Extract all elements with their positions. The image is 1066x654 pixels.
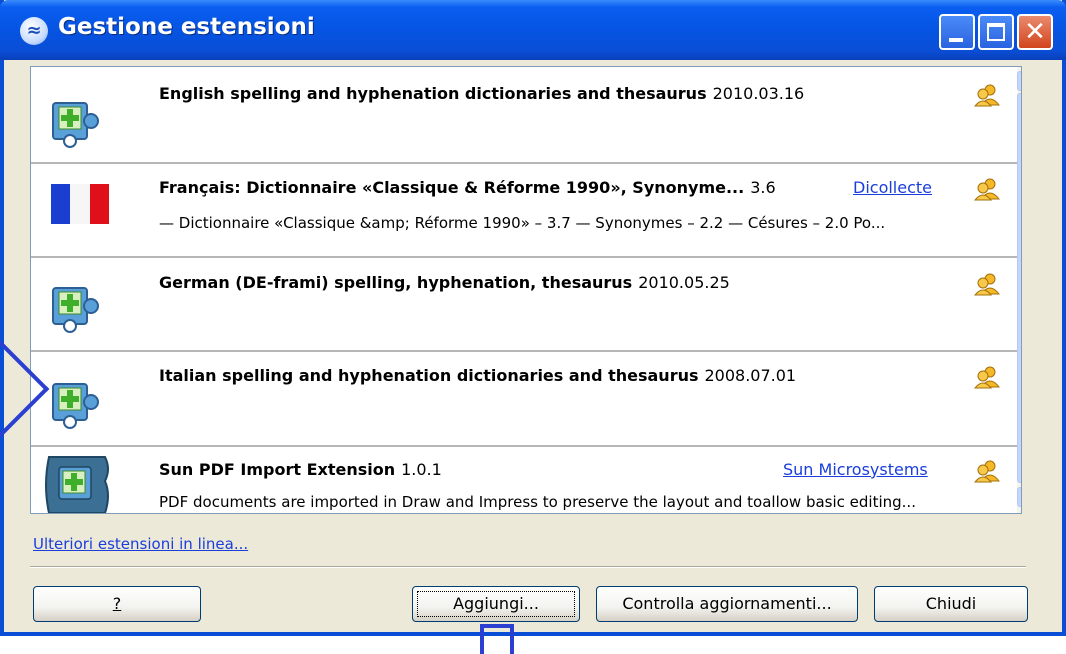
extension-item[interactable]: Italian spelling and hyphenation diction…: [31, 352, 1017, 447]
maximize-icon: [987, 23, 1005, 41]
french-flag-icon: [51, 184, 109, 224]
shared-users-icon: [974, 178, 1000, 201]
pdf-puzzle-icon: [45, 456, 109, 513]
extension-name: Italian spelling and hyphenation diction…: [159, 366, 699, 385]
shared-users-icon: [974, 84, 1000, 107]
help-label: ?: [112, 594, 122, 613]
check-updates-button[interactable]: Controlla aggiornamenti...: [596, 586, 858, 622]
minimize-icon: [949, 38, 963, 42]
focus-rectangle: [417, 591, 575, 617]
extension-item[interactable]: Sun PDF Import Extension 1.0.1 Sun Micros…: [31, 447, 1017, 513]
extension-description: — Dictionnaire «Classique &amp; Réforme …: [159, 214, 886, 232]
help-button[interactable]: ?: [33, 586, 201, 622]
chevron-down-icon: ▼: [1021, 490, 1022, 504]
extension-title: German (DE-frami) spelling, hyphenation,…: [159, 273, 730, 292]
extension-description: PDF documents are imported in Draw and I…: [159, 493, 916, 511]
more-extensions-link[interactable]: Ulteriori estensioni in linea...: [33, 535, 248, 553]
title-bar[interactable]: ≈ Gestione estensioni ✕: [0, 0, 1066, 60]
app-icon: ≈: [20, 17, 48, 45]
extension-version: 3.6: [750, 178, 776, 197]
close-icon: ✕: [1024, 17, 1046, 47]
window-title: Gestione estensioni: [58, 14, 315, 40]
check-updates-label: Controlla aggiornamenti...: [622, 594, 832, 613]
scroll-thumb[interactable]: [1017, 93, 1021, 483]
shared-users-icon: [974, 460, 1000, 483]
extension-version: 1.0.1: [401, 460, 442, 479]
shared-users-icon: [974, 366, 1000, 389]
extension-name: German (DE-frami) spelling, hyphenation,…: [159, 273, 633, 292]
extension-item[interactable]: English spelling and hyphenation diction…: [31, 67, 1017, 164]
extension-name: Sun PDF Import Extension: [159, 460, 396, 479]
scroll-down-button[interactable]: ▼: [1017, 487, 1022, 507]
extension-version: 2008.07.01: [704, 366, 797, 385]
callout-marker-bottom: [480, 624, 514, 654]
shared-users-icon: [974, 273, 1000, 296]
extension-name: English spelling and hyphenation diction…: [159, 84, 707, 103]
chevron-up-icon: ▲: [1021, 74, 1022, 88]
extension-name: Français: Dictionnaire «Classique & Réfo…: [159, 178, 745, 197]
extension-item[interactable]: German (DE-frami) spelling, hyphenation,…: [31, 258, 1017, 352]
close-window-button[interactable]: ✕: [1017, 14, 1053, 50]
maximize-button[interactable]: [978, 14, 1014, 50]
extension-title: Sun PDF Import Extension 1.0.1: [159, 460, 442, 479]
extension-item[interactable]: Français: Dictionnaire «Classique & Réfo…: [31, 164, 1017, 258]
minimize-button[interactable]: [939, 14, 975, 50]
puzzle-icon: [52, 102, 99, 148]
publisher-link[interactable]: Dicollecte: [853, 178, 932, 197]
extension-title: Français: Dictionnaire «Classique & Réfo…: [159, 178, 776, 197]
puzzle-icon: [52, 287, 99, 333]
add-button[interactable]: Aggiungi...: [412, 586, 580, 622]
extension-version: 2010.05.25: [638, 273, 730, 292]
close-button[interactable]: Chiudi: [874, 586, 1028, 622]
extension-list[interactable]: English spelling and hyphenation diction…: [30, 66, 1022, 514]
vertical-scrollbar[interactable]: ▲ ▼: [1017, 67, 1022, 513]
close-label: Chiudi: [925, 594, 977, 613]
publisher-link[interactable]: Sun Microsystems: [783, 460, 928, 479]
separator: [30, 566, 1026, 568]
extension-title: Italian spelling and hyphenation diction…: [159, 366, 796, 385]
extension-title: English spelling and hyphenation diction…: [159, 84, 804, 103]
puzzle-icon: [52, 383, 99, 429]
extension-version: 2010.03.16: [712, 84, 805, 103]
scroll-up-button[interactable]: ▲: [1017, 71, 1022, 91]
